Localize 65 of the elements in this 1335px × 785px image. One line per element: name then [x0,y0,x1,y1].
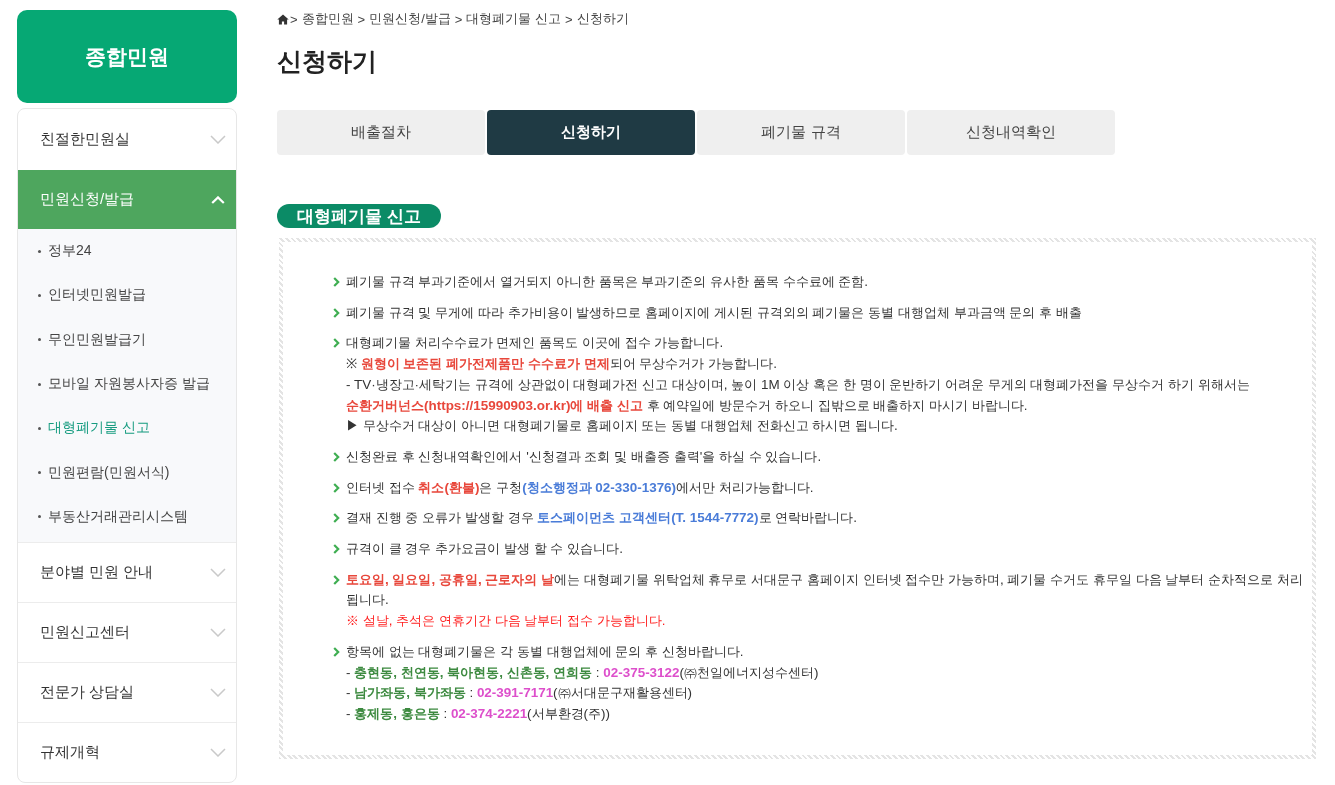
chevron-icon [333,277,340,287]
notice-text: 폐기물 규격 부과기준에서 열거되지 아니한 품목은 부과기준의 유사한 품목 수수료에 준함. [346,273,870,291]
bullet-icon [38,338,41,342]
chevron-icon [333,574,340,585]
menu-item[interactable]: 전문가 상담실 [18,662,236,723]
menu-item[interactable]: 규제개혁 [18,722,236,783]
breadcrumb-separator: > [357,11,366,27]
breadcrumb-link[interactable]: 종합민원 [301,10,354,28]
notice-text: 신청완료 후 신청내역확인에서 '신청결과 조회 및 배출증 출력'을 하실 수 있습니다. [346,447,823,466]
submenu-item[interactable]: 민원편람(민원서식) [18,450,236,495]
notice-text: 결재 진행 중 오류가 발생할 경우 토스페이먼츠 고객센터(T. 1544-7772)로 연락바랍니다. [346,509,858,528]
bullet-icon [38,249,41,253]
chevron-down-icon [210,628,226,638]
menu-item[interactable]: 분야별 민원 안내 [18,542,236,603]
breadcrumb-separator: > [290,11,298,27]
chevron-icon [333,338,340,349]
tab[interactable]: 폐기물 규격 [697,110,905,155]
bullet-icon [38,293,41,297]
chevron-icon [333,307,340,318]
notice-text: 토요일, 일요일, 공휴일, 근로자의 날에는 대형폐기물 위탁업체 휴무로 서대문구 홈페이지 인터넷 접수만 가능하며, 폐기물 수거도 휴무일 다음 날부터 순차적으로 처리됩니다. [346,570,1304,610]
page-title: 신청하기 [277,47,377,77]
submenu-item[interactable]: 인터넷민원발급 [18,273,236,318]
bullet-icon [38,382,41,386]
bullet-icon [38,426,41,430]
tab[interactable]: 신청내역확인 [907,110,1115,155]
notice-text: - TV·냉장고·세탁기는 규격에 상관없이 대형폐가전 신고 대상이며, 높이 1M 이상 혹은 한 명이 운반하기 어려운 무게의 대형폐가전을 무상수거 하기 위해서는 순환거버넌스(https://15990903.or.kr)에 배출 신고 후 예약일에 방문수거 하오니 집밖으로 배출하지 마시기 바랍니다. [346,375,1251,415]
submenu-item[interactable]: 정부24 [18,229,236,274]
notice-text: 규격이 클 경우 추가요금이 발생 할 수 있습니다. [346,540,624,559]
notice-text: - 남가좌동, 북가좌동 : 02-391-7171(㈜서대문구재활용센터) [346,684,694,703]
sidebar-title: 종합민원 [17,10,237,103]
chevron-icon [333,544,340,555]
chevron-up-icon [211,195,225,204]
chevron-icon [333,451,340,462]
notice-text: - 충현동, 천연동, 북아현동, 신촌동, 연희동 : 02-375-3122(㈜천일에너지성수센터) [346,663,820,682]
submenu-item[interactable]: 모바일 자원봉사자증 발급 [18,361,236,407]
home-icon[interactable] [277,13,289,25]
notice-text: 항목에 없는 대형폐기물은 각 동별 대행업체에 문의 후 신청바랍니다. [346,642,745,661]
breadcrumb-link[interactable]: 신청하기 [576,10,629,28]
submenu-item[interactable]: 부동산거래관리시스템 [18,494,236,540]
chevron-down-icon [210,135,226,144]
breadcrumb-separator: > [454,11,463,27]
breadcrumb-link[interactable]: 민원신청/발급 [369,10,451,28]
breadcrumb-separator: > [565,11,573,27]
section-heading: 대형폐기물 신고 [277,204,441,228]
notice-text: 폐기물 규격 및 무게에 따라 추가비용이 발생하므로 홈페이지에 게시된 규격외의 폐기물은 동별 대행업체 부과금액 문의 후 배출 [346,303,1083,322]
tab[interactable]: 배출절차 [277,110,485,155]
chevron-icon [333,646,340,657]
menu-item[interactable]: 친절한민원실 [18,109,236,170]
notice-text: 인터넷 접수 취소(환불)은 구청(청소행정과 02-330-1376)에서만 처리가능합니다. [346,478,815,497]
notice-text: 대형폐기물 처리수수료가 면제인 품목도 이곳에 접수 가능합니다. [346,334,725,353]
notice-text: ※ 원형이 보존된 폐가전제품만 수수료가 면제되어 무상수거가 가능합니다. [346,355,778,374]
chevron-down-icon [210,748,226,758]
notice-text: ▶ 무상수거 대상이 아니면 대형폐기물로 홈페이지 또는 동별 대행업체 전화신고 하시면 됩니다. [346,417,899,436]
chevron-icon [333,482,340,493]
chevron-icon [333,513,340,524]
menu-item[interactable]: 민원신고센터 [18,602,236,663]
bullet-icon [38,515,41,519]
chevron-down-icon [210,688,226,698]
submenu-item[interactable]: 무인민원발급기 [18,317,236,362]
breadcrumb-link[interactable]: 대형폐기물 신고 [466,10,562,28]
chevron-down-icon [210,568,226,578]
notice-text: - 홍제동, 홍은동 : 02-374-2221(서부환경(주)) [346,704,611,723]
bullet-icon [38,471,41,475]
tab[interactable]: 신청하기 [487,110,695,155]
notice-text: ※ 설날, 추석은 연휴기간 다음 날부터 접수 가능합니다. [346,612,667,631]
